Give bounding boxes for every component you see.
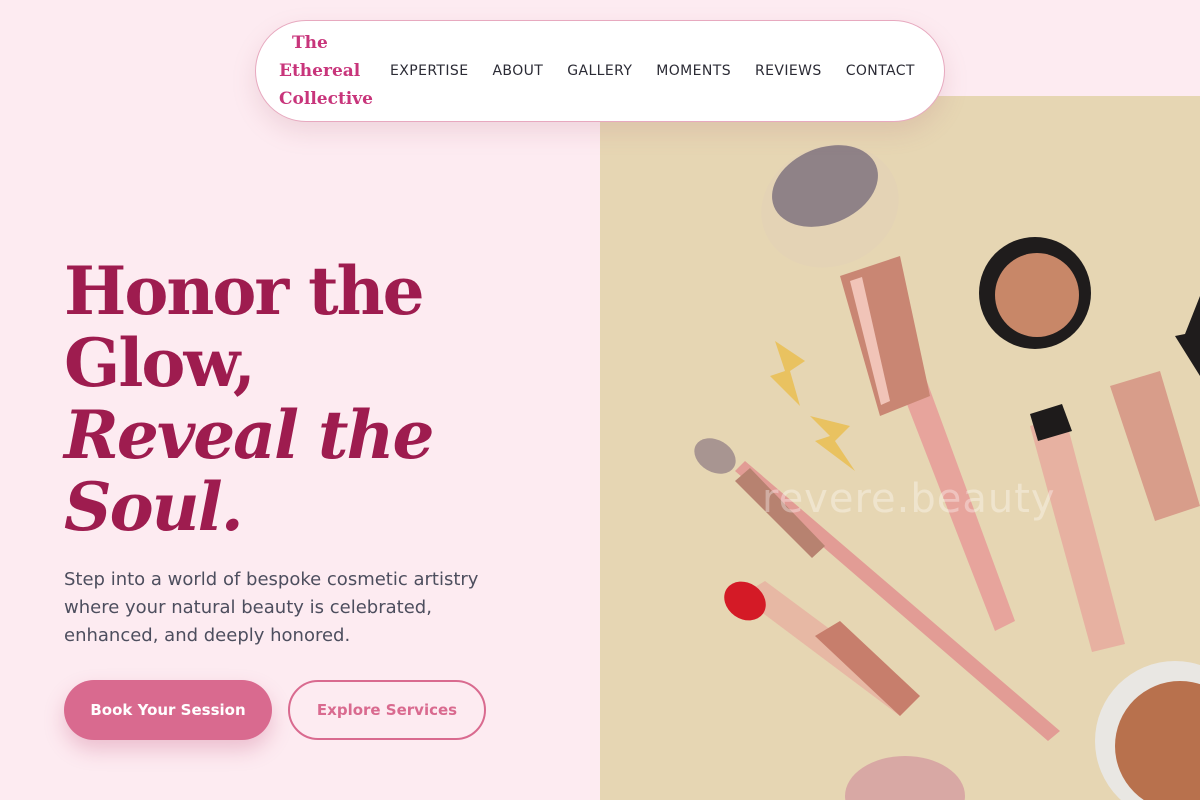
nav-item-reviews[interactable]: REVIEWS: [755, 63, 822, 79]
makeup-flatlay-illustration: [694, 144, 1200, 800]
headline-line-2: Glow,: [64, 324, 256, 402]
nav-menu: EXPERTISE ABOUT GALLERY MOMENTS REVIEWS …: [390, 63, 939, 79]
hero-description: Step into a world of bespoke cosmetic ar…: [64, 569, 479, 646]
compact-icon: [979, 237, 1091, 349]
brand-logo[interactable]: The Ethereal Collective: [279, 29, 389, 113]
headline-line-3: Reveal the: [64, 396, 434, 474]
hero-headline: Honor the Glow, Reveal the Soul.: [64, 252, 434, 546]
image-watermark: revere.beauty: [762, 476, 1056, 522]
mascara-icon: [1030, 296, 1200, 652]
hero-image: revere.beauty: [600, 96, 1200, 800]
brand-line-1: The: [292, 33, 328, 53]
nav-item-expertise[interactable]: EXPERTISE: [390, 63, 468, 79]
headline-line-4: Soul.: [64, 468, 244, 546]
brand-line-2: Ethereal: [279, 61, 361, 81]
nav-item-contact[interactable]: CONTACT: [846, 63, 915, 79]
top-navigation: The Ethereal Collective EXPERTISE ABOUT …: [255, 20, 945, 122]
book-session-button[interactable]: Book Your Session: [64, 680, 272, 740]
nav-item-gallery[interactable]: GALLERY: [567, 63, 632, 79]
explore-services-button[interactable]: Explore Services: [288, 680, 486, 740]
brand-line-3: Collective: [279, 89, 373, 109]
headline-line-1: Honor the: [64, 252, 425, 330]
nav-item-moments[interactable]: MOMENTS: [656, 63, 731, 79]
nav-item-about[interactable]: ABOUT: [492, 63, 543, 79]
